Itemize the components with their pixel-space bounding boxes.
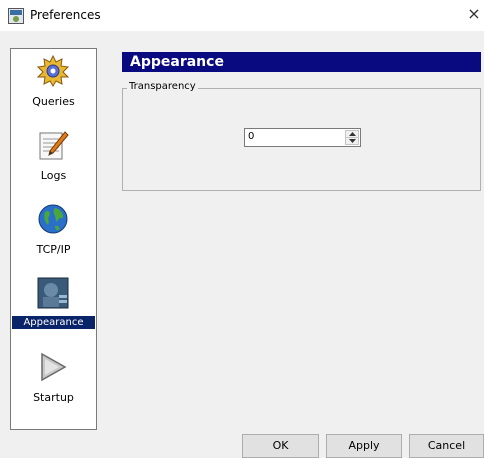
apply-button[interactable]: Apply [326, 434, 402, 458]
ok-button[interactable]: OK [242, 434, 319, 458]
transparency-input[interactable]: 0 [248, 131, 254, 142]
sidebar-item-label: Logs [40, 169, 67, 182]
globe-icon [38, 204, 68, 234]
close-icon[interactable]: × [464, 4, 484, 24]
sidebar-item-label: TCP/IP [36, 243, 71, 256]
sidebar-item-queries[interactable]: Queries [11, 53, 96, 123]
gear-icon [37, 55, 69, 87]
chevron-up-icon [349, 132, 356, 136]
spin-down-button[interactable] [345, 137, 359, 145]
sidebar-item-startup[interactable]: Startup [11, 349, 96, 419]
appearance-icon [37, 277, 69, 309]
transparency-spinner[interactable]: 0 [244, 128, 361, 147]
category-list: Queries Logs TCP/IP Appearance Startup [10, 48, 97, 430]
sidebar-item-logs[interactable]: Logs [11, 127, 96, 197]
sidebar-item-appearance[interactable]: Appearance [11, 275, 96, 345]
sidebar-item-label: Appearance [12, 316, 95, 329]
window-title: Preferences [30, 8, 101, 22]
log-pencil-icon [39, 131, 69, 160]
transparency-group: Transparency 0 [122, 81, 481, 191]
sidebar-item-label: Startup [33, 391, 74, 404]
cancel-button[interactable]: Cancel [409, 434, 484, 458]
play-arrow-icon [41, 352, 67, 382]
title-bar: Preferences × [0, 0, 484, 31]
sidebar-item-label: Queries [32, 95, 75, 108]
section-header: Appearance [122, 52, 481, 72]
chevron-down-icon [349, 139, 356, 143]
group-title: Transparency [127, 81, 198, 92]
preferences-app-icon [8, 8, 24, 24]
dialog-body: Queries Logs TCP/IP Appearance Startup A… [0, 31, 484, 458]
sidebar-item-tcpip[interactable]: TCP/IP [11, 201, 96, 271]
